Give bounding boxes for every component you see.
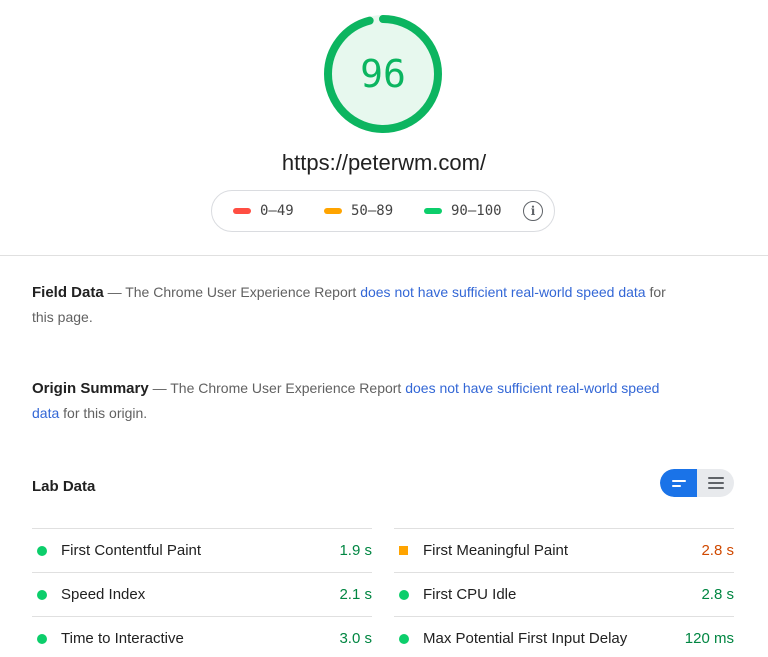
pass-status-icon	[37, 589, 47, 600]
pass-status-icon	[37, 545, 47, 556]
view-toggle[interactable]	[660, 469, 734, 497]
lab-data-title: Lab Data	[32, 478, 96, 495]
field-data-section: Field Data — The Chrome User Experience …	[32, 280, 682, 330]
page-url: https://peterwm.com/	[281, 150, 487, 175]
legend-pass-label: 90–100	[451, 203, 502, 219]
origin-summary-title: Origin Summary	[32, 380, 149, 397]
metrics-right-column: First Meaningful Paint 2.8 s First CPU I…	[394, 528, 734, 657]
metric-value: 2.1 s	[339, 586, 372, 603]
legend-item-fail: 0–49	[233, 203, 294, 219]
metrics-left-column: First Contentful Paint 1.9 s Speed Index…	[32, 528, 372, 657]
section-divider	[0, 255, 768, 256]
origin-summary-text: — The Chrome User Experience Report	[148, 380, 406, 396]
metric-name: First CPU Idle	[423, 586, 517, 603]
metric-name: Time to Interactive	[61, 630, 184, 647]
metric-value: 3.0 s	[339, 630, 372, 647]
metric-name: First Contentful Paint	[61, 542, 202, 559]
metric-value: 2.8 s	[701, 542, 734, 559]
metric-name: Max Potential First Input Delay	[423, 630, 628, 647]
field-data-title: Field Data	[32, 284, 104, 301]
metric-value: 120 ms	[684, 630, 734, 647]
score-value: 96	[360, 52, 406, 96]
field-data-link[interactable]: does not have sufficient real-world spee…	[360, 284, 645, 300]
pass-status-icon	[399, 633, 409, 644]
metric-speed-index: Speed Index 2.1 s	[32, 572, 372, 616]
average-range-dash	[324, 208, 342, 214]
expanded-view-button[interactable]	[697, 469, 734, 497]
legend-item-pass: 90–100	[424, 203, 502, 219]
info-icon[interactable]: i	[523, 201, 543, 221]
collapsed-view-button[interactable]	[660, 469, 697, 497]
metric-name: Speed Index	[61, 586, 146, 603]
metric-name: First Meaningful Paint	[423, 542, 569, 559]
metric-value: 1.9 s	[339, 542, 372, 559]
legend-item-average: 50–89	[324, 203, 393, 219]
metric-first-contentful-paint: First Contentful Paint 1.9 s	[32, 528, 372, 572]
legend-fail-label: 0–49	[260, 203, 294, 219]
field-data-text: — The Chrome User Experience Report	[103, 284, 361, 300]
metric-first-meaningful-paint: First Meaningful Paint 2.8 s	[394, 528, 734, 572]
origin-summary-text-after: for this origin.	[59, 405, 148, 421]
pass-range-dash	[424, 208, 442, 214]
fail-range-dash	[233, 208, 251, 214]
average-status-icon	[399, 546, 408, 555]
metric-max-potential-fid: Max Potential First Input Delay 120 ms	[394, 616, 734, 657]
score-legend: 0–49 50–89 90–100 i	[211, 190, 555, 232]
metric-value: 2.8 s	[701, 586, 734, 603]
pass-status-icon	[399, 589, 409, 600]
origin-summary-section: Origin Summary — The Chrome User Experie…	[32, 376, 672, 426]
metric-first-cpu-idle: First CPU Idle 2.8 s	[394, 572, 734, 616]
metric-time-to-interactive: Time to Interactive 3.0 s	[32, 616, 372, 657]
legend-average-label: 50–89	[351, 203, 394, 219]
pass-status-icon	[37, 633, 47, 644]
expanded-view-icon	[707, 477, 724, 489]
collapsed-view-icon	[671, 479, 686, 487]
score-gauge: 96	[322, 13, 444, 135]
